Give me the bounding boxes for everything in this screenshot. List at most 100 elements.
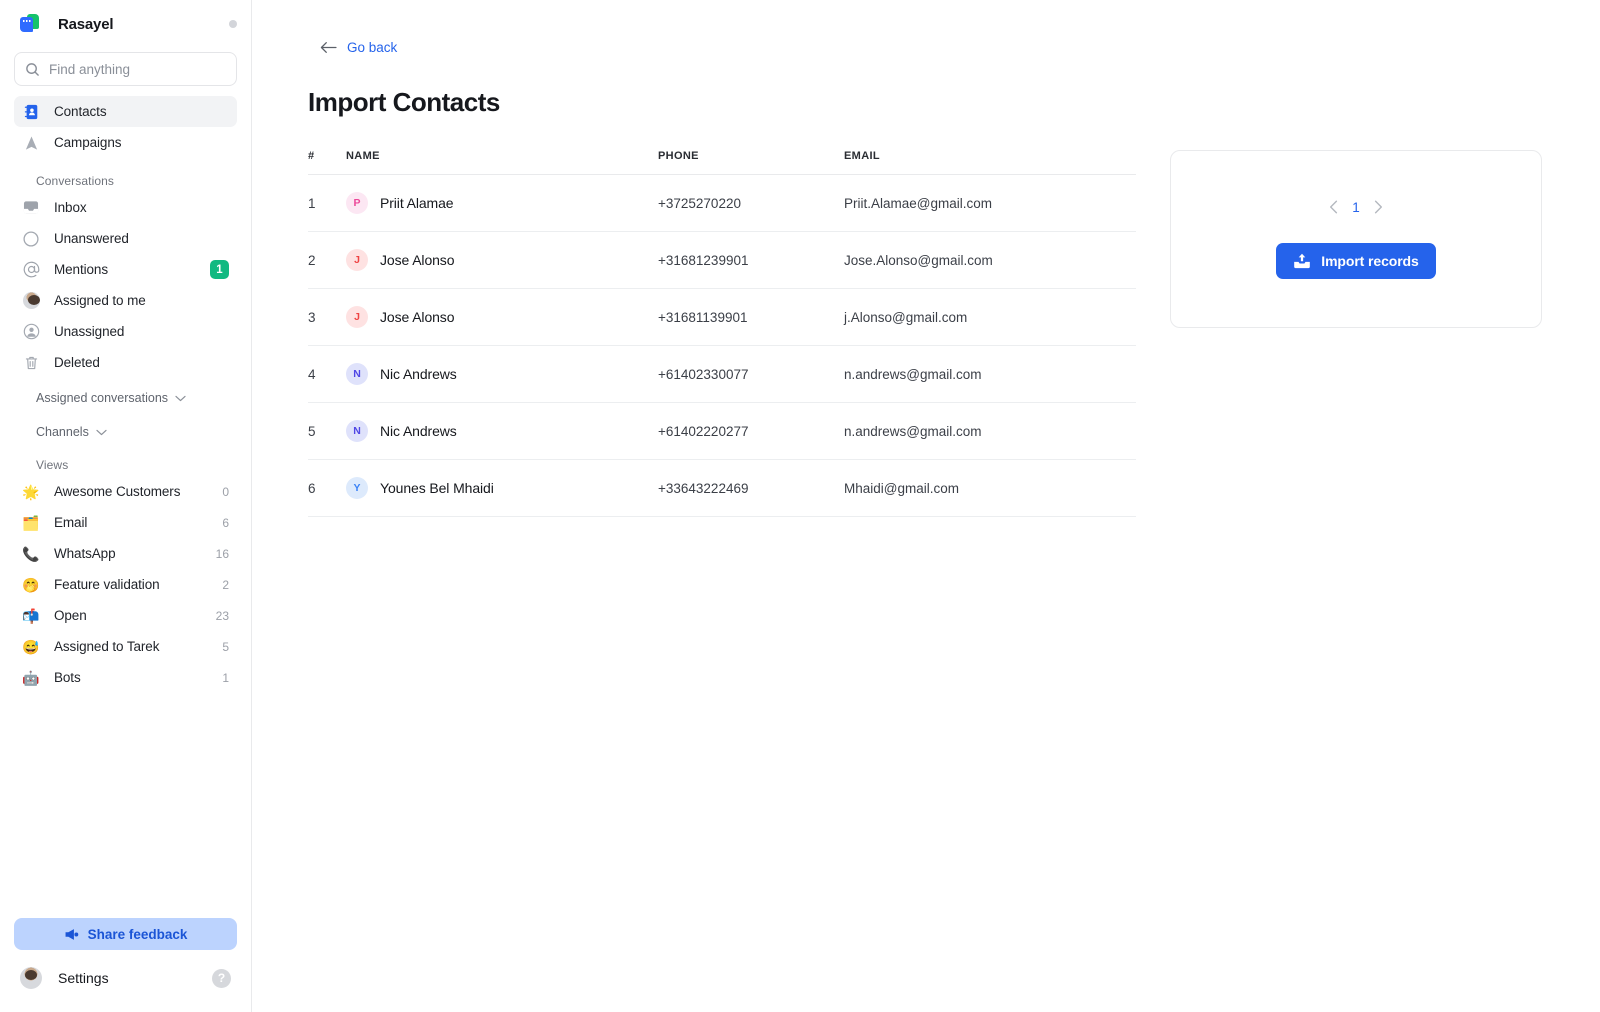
cell-phone: +61402330077: [658, 345, 844, 403]
sidebar-item-open[interactable]: 📬 Open 23: [14, 600, 237, 631]
view-count: 6: [222, 515, 229, 530]
sidebar-item-label: Email: [54, 515, 88, 530]
table-row[interactable]: 4 N Nic Andrews +61402330077 n.andrews@gmail…: [308, 345, 1136, 403]
sidebar-item-label: Awesome Customers: [54, 484, 181, 499]
search-input[interactable]: [49, 61, 226, 77]
cell-phone: +61402220277: [658, 402, 844, 460]
cell-email: n.andrews@gmail.com: [844, 402, 1136, 460]
cell-email: Priit.Alamae@gmail.com: [844, 174, 1136, 232]
status-dot-icon: [229, 20, 237, 28]
view-count: 2: [222, 577, 229, 592]
view-count: 23: [215, 608, 229, 623]
arrow-left-icon: [320, 41, 337, 54]
table-header-row: # NAME PHONE EMAIL: [308, 150, 1136, 175]
go-back-link[interactable]: Go back: [320, 40, 397, 55]
section-title-conversations: Conversations: [36, 174, 115, 188]
cell-index: 2: [308, 231, 346, 289]
upload-icon: [1293, 253, 1311, 269]
cell-index: 1: [308, 174, 346, 232]
table-row[interactable]: 5 N Nic Andrews +61402220277 n.andrews@gmail…: [308, 402, 1136, 460]
import-records-label: Import records: [1321, 252, 1419, 269]
contact-name: Priit Alamae: [380, 195, 454, 211]
sidebar-item-email[interactable]: 🗂️ Email 6: [14, 507, 237, 538]
chevron-left-icon[interactable]: [1329, 200, 1338, 214]
search-box[interactable]: [14, 52, 237, 86]
main-content: Go back Import Contacts # NAME PHONE EMA…: [252, 0, 1600, 1012]
column-header-index: #: [308, 150, 346, 175]
sidebar-item-label: Open: [54, 608, 87, 623]
sidebar-item-mentions[interactable]: Mentions 1: [14, 254, 237, 285]
contact-name: Nic Andrews: [380, 423, 457, 439]
share-feedback-button[interactable]: Share feedback: [14, 918, 237, 950]
cell-email: n.andrews@gmail.com: [844, 345, 1136, 403]
sidebar-item-contacts[interactable]: Contacts: [14, 96, 237, 127]
robot-emoji-icon: 🤖: [22, 669, 40, 686]
telephone-emoji-icon: 📞: [22, 545, 40, 562]
sidebar-item-unassigned[interactable]: Unassigned: [14, 316, 237, 347]
page-number[interactable]: 1: [1352, 200, 1360, 215]
rasayel-logo-icon: [18, 12, 42, 36]
sidebar-item-deleted[interactable]: Deleted: [14, 347, 237, 378]
avatar: J: [346, 249, 368, 271]
view-count: 5: [222, 639, 229, 654]
cell-phone: +33643222469: [658, 459, 844, 517]
group-assigned-conversations[interactable]: Assigned conversations: [14, 384, 237, 412]
table-row[interactable]: 3 J Jose Alonso +31681139901 j.Alonso@gmail.…: [308, 288, 1136, 346]
card-index-emoji-icon: 🗂️: [22, 514, 40, 531]
avatar: J: [346, 306, 368, 328]
help-icon[interactable]: ?: [212, 968, 231, 988]
sidebar-item-feature-validation[interactable]: 🤭 Feature validation 2: [14, 569, 237, 600]
contact-name: Younes Bel Mhaidi: [380, 480, 494, 496]
contact-name: Nic Andrews: [380, 366, 457, 382]
avatar: Y: [346, 477, 368, 499]
chevron-right-icon[interactable]: [1374, 200, 1383, 214]
inbox-icon: [22, 199, 40, 217]
brand[interactable]: Rasayel: [14, 0, 237, 48]
chevron-down-icon: [175, 395, 186, 402]
mentions-badge: 1: [210, 260, 229, 279]
search-icon: [26, 62, 39, 76]
avatar: N: [346, 363, 368, 385]
sidebar-item-whatsapp[interactable]: 📞 WhatsApp 16: [14, 538, 237, 569]
sidebar: Rasayel Find anything Contacts Campaigns…: [0, 0, 252, 1012]
settings-row[interactable]: Settings ?: [14, 956, 237, 1000]
cell-name: J Jose Alonso: [346, 231, 658, 289]
cell-name: N Nic Andrews: [346, 345, 658, 403]
sidebar-item-inbox[interactable]: Inbox: [14, 192, 237, 223]
contacts-table-wrapper: # NAME PHONE EMAIL 1 P Priit Alamae +372527…: [308, 150, 1136, 517]
group-channels[interactable]: Channels: [14, 418, 237, 446]
cell-email: Mhaidi@gmail.com: [844, 459, 1136, 517]
sidebar-item-label: Unassigned: [54, 324, 125, 339]
settings-label: Settings: [58, 970, 109, 986]
sidebar-item-label: Assigned to Tarek: [54, 639, 160, 654]
sidebar-item-awesome-customers[interactable]: 🌟 Awesome Customers 0: [14, 476, 237, 507]
address-book-icon: [22, 103, 40, 121]
import-panel: 1 Import records: [1170, 150, 1542, 328]
sidebar-item-campaigns[interactable]: Campaigns: [14, 127, 237, 158]
brand-name: Rasayel: [58, 15, 114, 33]
sidebar-item-label: Unanswered: [54, 231, 129, 246]
table-row[interactable]: 1 P Priit Alamae +3725270220 Priit.Alamae@gm…: [308, 174, 1136, 232]
cell-name: P Priit Alamae: [346, 174, 658, 232]
sidebar-item-label: Campaigns: [54, 135, 122, 150]
cell-index: 5: [308, 402, 346, 460]
cell-name: J Jose Alonso: [346, 288, 658, 346]
sidebar-item-bots[interactable]: 🤖 Bots 1: [14, 662, 237, 693]
at-sign-icon: [22, 261, 40, 279]
table-row[interactable]: 6 Y Younes Bel Mhaidi +33643222469 Mhaidi@gm…: [308, 459, 1136, 517]
user-avatar-icon: [22, 292, 40, 310]
view-count: 1: [222, 670, 229, 685]
sidebar-item-label: Mentions: [54, 262, 108, 277]
grinning-face-emoji-icon: 😅: [22, 638, 40, 655]
column-header-email: EMAIL: [844, 150, 1136, 175]
sidebar-item-label: Bots: [54, 670, 81, 685]
sidebar-item-assigned-to-tarek[interactable]: 😅 Assigned to Tarek 5: [14, 631, 237, 662]
import-records-button[interactable]: Import records: [1276, 242, 1436, 279]
sidebar-item-unanswered[interactable]: Unanswered: [14, 223, 237, 254]
contact-name: Jose Alonso: [380, 252, 455, 268]
sidebar-item-label: Feature validation: [54, 577, 160, 592]
table-row[interactable]: 2 J Jose Alonso +31681239901 Jose.Alonso@gma…: [308, 231, 1136, 289]
sidebar-item-label: Inbox: [54, 200, 87, 215]
content-row: # NAME PHONE EMAIL 1 P Priit Alamae +372527…: [252, 118, 1600, 517]
sidebar-item-assigned-to-me[interactable]: Assigned to me: [14, 285, 237, 316]
